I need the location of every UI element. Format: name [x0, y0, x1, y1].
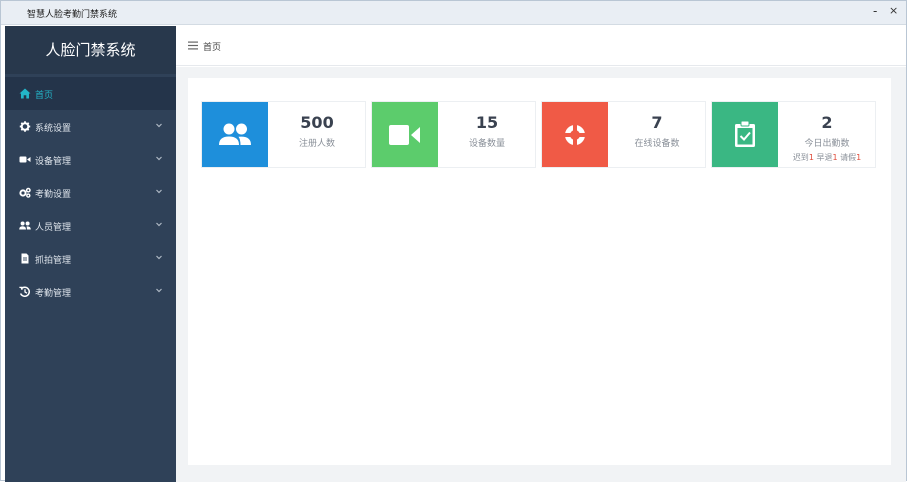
chevron-down-icon [156, 288, 162, 293]
sidebar-item-home[interactable]: 首页 [5, 77, 176, 110]
chevron-down-icon [156, 189, 162, 194]
stat-value: 7 [651, 113, 663, 132]
chevron-down-icon [156, 156, 162, 161]
sidebar-item-label: 考勤管理 [35, 289, 72, 299]
stat-card-icon-box [712, 102, 778, 167]
stat-card-icon-box [542, 102, 608, 167]
late-count: 1 [808, 153, 814, 162]
breadcrumb: 首页 [203, 43, 222, 53]
sidebar-item-label: 设备管理 [35, 157, 72, 167]
stat-card-icon-box [372, 102, 438, 167]
users-icon [219, 123, 251, 145]
stat-value: 15 [475, 113, 499, 132]
attendance-breakdown: 迟到1 早退1 请假1 [778, 152, 876, 163]
video-camera-icon [389, 125, 420, 145]
leave-label: 请假 [840, 153, 857, 162]
close-button[interactable]: × [889, 4, 898, 18]
stat-card-attendance-today[interactable]: 2 今日出勤数 迟到1 早退1 请假1 [711, 101, 876, 168]
gears-icon [19, 187, 31, 198]
sidebar-item-attendance-settings[interactable]: 考勤设置 [5, 176, 176, 209]
history-icon [19, 286, 30, 297]
late-label: 迟到 [792, 153, 809, 162]
early-leave-label: 早退 [816, 153, 833, 162]
sidebar: 人脸门禁系统 首页 系统设置 设备管理 考勤设置 人员管理 抓拍管理 考勤管理 [5, 26, 176, 482]
sidebar-item-device-management[interactable]: 设备管理 [5, 143, 176, 176]
sidebar-item-label: 首页 [35, 91, 54, 101]
stat-card-online-devices[interactable]: 7 在线设备数 [541, 101, 706, 168]
stat-value: 2 [821, 113, 833, 132]
gear-icon [19, 121, 31, 132]
menu-toggle-icon[interactable] [188, 41, 198, 50]
stat-card-icon-box [202, 102, 268, 167]
sidebar-brand: 人脸门禁系统 [5, 26, 176, 74]
stat-label: 设备数量 [468, 139, 505, 149]
sidebar-item-label: 系统设置 [35, 124, 72, 134]
chevron-down-icon [156, 123, 162, 128]
life-ring-icon [564, 124, 586, 146]
sidebar-item-capture-management[interactable]: 抓拍管理 [5, 242, 176, 275]
stat-value: 500 [300, 113, 334, 132]
chevron-down-icon [156, 255, 162, 260]
stat-label: 在线设备数 [634, 139, 680, 149]
sidebar-item-label: 考勤设置 [35, 190, 72, 200]
users-icon [19, 221, 31, 230]
sidebar-item-personnel-management[interactable]: 人员管理 [5, 209, 176, 242]
sidebar-item-label: 抓拍管理 [35, 256, 72, 266]
early-leave-count: 1 [832, 153, 838, 162]
leave-count: 1 [856, 153, 862, 162]
video-camera-icon [19, 156, 31, 163]
top-bar: 首页 [176, 26, 906, 66]
title-bar: 智慧人脸考勤门禁系统 - × [1, 1, 906, 25]
chevron-down-icon [156, 222, 162, 227]
sidebar-item-system-settings[interactable]: 系统设置 [5, 110, 176, 143]
stat-card-devices[interactable]: 15 设备数量 [371, 101, 536, 168]
stat-card-registered[interactable]: 500 注册人数 [201, 101, 366, 168]
file-icon [21, 253, 29, 264]
minimize-button[interactable]: - [873, 4, 877, 18]
window-title: 智慧人脸考勤门禁系统 [27, 10, 118, 20]
sidebar-item-attendance-management[interactable]: 考勤管理 [5, 275, 176, 308]
home-icon [19, 88, 31, 99]
app-window: 智慧人脸考勤门禁系统 - × 人脸门禁系统 首页 系统设置 设备管理 考勤设置 … [0, 0, 907, 482]
clipboard-check-icon [735, 121, 755, 147]
sidebar-item-label: 人员管理 [35, 223, 72, 233]
stat-label: 注册人数 [298, 139, 335, 149]
stat-label: 今日出勤数 [804, 139, 850, 149]
